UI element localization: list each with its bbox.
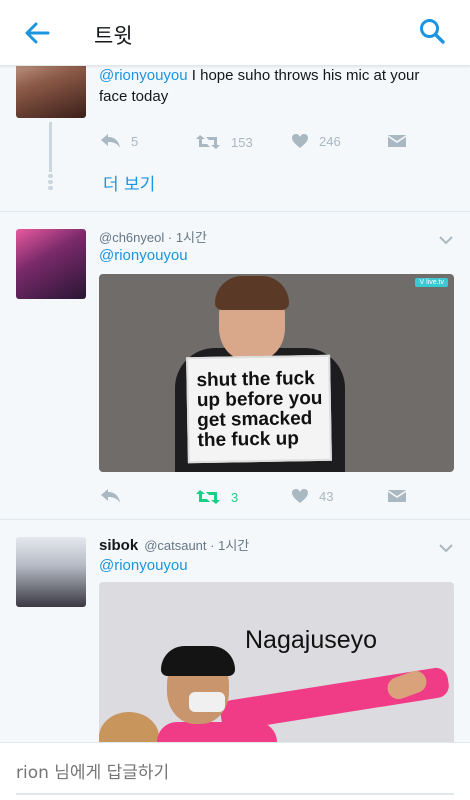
tweet-item[interactable]: @ch6nyeol · 1시간 @rionyouyou shut the fuc…: [0, 212, 470, 520]
tweet-byline: sibok @catsaunt · 1시간: [99, 535, 249, 554]
retweet-icon: [196, 135, 220, 149]
reply-button[interactable]: [99, 488, 131, 504]
retweet-count: 153: [231, 134, 253, 150]
tweet-feed[interactable]: @rionyouyou I hope suho throws his mic a…: [0, 66, 470, 742]
input-underline: [16, 793, 454, 795]
retweet-count: 3: [231, 489, 239, 505]
image-mask: [189, 692, 225, 712]
like-button[interactable]: 43: [291, 488, 333, 504]
reply-composer: [0, 742, 470, 800]
avatar[interactable]: [16, 229, 86, 299]
image-bystander: [99, 712, 159, 742]
user-name[interactable]: sibok: [99, 537, 138, 554]
tweet-byline: @ch6nyeol · 1시간: [99, 227, 207, 246]
back-button[interactable]: [22, 18, 52, 48]
tweet-time: · 1시간: [210, 538, 250, 553]
user-handle[interactable]: @catsaunt: [144, 538, 206, 553]
tweet-actions: 3 43: [99, 488, 419, 510]
tweet-actions: 5 153 246: [99, 133, 419, 155]
thread-line: [49, 122, 52, 172]
reply-icon: [101, 134, 120, 148]
arrow-left-icon: [25, 22, 50, 44]
image-sign: shut the fuck up before you get smacked …: [186, 354, 332, 464]
like-button[interactable]: 246: [291, 133, 341, 149]
search-icon: [420, 19, 445, 44]
thread-dot: [48, 180, 53, 184]
sign-text: shut the fuck up before you get smacked …: [196, 368, 323, 452]
watermark-badge: V live.tv: [415, 278, 448, 287]
like-count: 246: [319, 133, 341, 149]
chevron-down-icon[interactable]: [438, 542, 454, 554]
image-hair: [161, 646, 235, 676]
envelope-icon: [387, 135, 407, 147]
retweet-button[interactable]: 3: [195, 488, 238, 506]
reply-to-mention[interactable]: @rionyouyou: [99, 247, 188, 264]
reply-count: 5: [131, 133, 139, 149]
thread-dot: [48, 174, 53, 178]
heart-icon: [292, 134, 308, 148]
top-bar: 트윗: [0, 0, 470, 66]
reply-button[interactable]: 5: [99, 133, 138, 149]
image-caption-text: Nagajuseyo: [245, 626, 378, 654]
page-title: 트윗: [94, 24, 133, 48]
reply-icon: [101, 489, 120, 503]
tweet-text: @rionyouyou I hope suho throws his mic a…: [99, 66, 449, 107]
mention-link[interactable]: @rionyouyou: [99, 67, 188, 84]
thread-dot: [48, 186, 53, 190]
avatar[interactable]: [16, 537, 86, 607]
tweet-item[interactable]: sibok @catsaunt · 1시간 @rionyouyou Nagajus…: [0, 520, 470, 742]
user-handle[interactable]: @ch6nyeol: [99, 230, 164, 245]
avatar[interactable]: [16, 66, 86, 118]
image-hair: [215, 276, 289, 310]
show-more-link[interactable]: 더 보기: [103, 170, 155, 195]
tweet-time: · 1시간: [167, 230, 207, 245]
retweet-icon: [196, 490, 220, 504]
chevron-down-icon[interactable]: [438, 234, 454, 246]
tweet-image[interactable]: Nagajuseyo: [99, 582, 454, 742]
reply-input[interactable]: [16, 763, 454, 783]
heart-icon: [292, 489, 308, 503]
like-count: 43: [319, 488, 334, 504]
reply-to-mention[interactable]: @rionyouyou: [99, 557, 188, 574]
message-button[interactable]: [387, 488, 407, 504]
message-button[interactable]: [387, 133, 407, 149]
retweet-button[interactable]: 153: [195, 133, 253, 151]
tweet-item[interactable]: @rionyouyou I hope suho throws his mic a…: [0, 66, 470, 212]
tweet-image[interactable]: shut the fuck up before you get smacked …: [99, 274, 454, 472]
search-button[interactable]: [418, 17, 448, 47]
envelope-icon: [387, 490, 407, 502]
